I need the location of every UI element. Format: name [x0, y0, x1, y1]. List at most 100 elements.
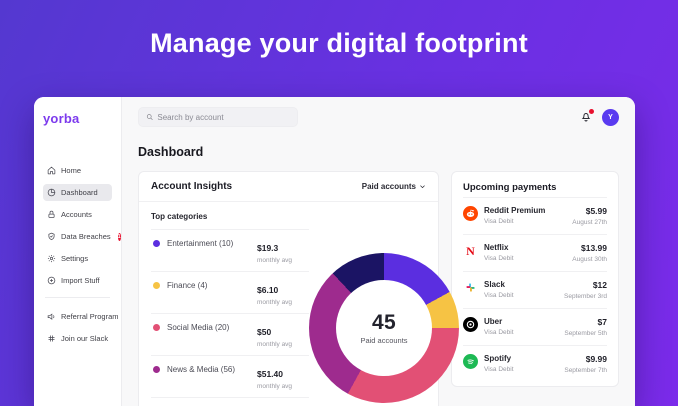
donut-chart[interactable]: 45 Paid accounts	[309, 253, 459, 403]
category-dot	[153, 324, 160, 331]
upcoming-payments-title: Upcoming payments	[463, 182, 607, 193]
payment-amount: $9.99	[564, 354, 607, 364]
payment-method: Visa Debit	[484, 218, 545, 225]
category-dot	[153, 240, 160, 247]
lock-icon	[47, 210, 56, 219]
category-dot	[153, 282, 160, 289]
category-amount: $19.3	[257, 243, 278, 253]
sidebar-item-accounts[interactable]: Accounts	[43, 206, 112, 223]
payment-amount: $12	[564, 280, 607, 290]
sidebar-item-label: Home	[61, 166, 81, 175]
payment-name: Uber	[484, 317, 514, 326]
payment-date: August 27th	[572, 219, 607, 226]
chevron-down-icon	[419, 183, 426, 190]
payment-row-slack[interactable]: Slack Visa Debit $12 September 3rd	[463, 271, 607, 308]
shield-check-icon	[47, 232, 56, 241]
sidebar-item-label: Join our Slack	[61, 334, 108, 343]
category-label: Social Media (20)	[167, 322, 229, 332]
category-row-entertainment[interactable]: Entertainment (10) $19.3monthly avg	[151, 229, 309, 271]
search-input[interactable]	[157, 113, 290, 122]
category-sub: monthly avg	[257, 383, 309, 390]
notifications-button[interactable]	[580, 110, 593, 124]
category-row-social-media[interactable]: Social Media (20) $50 monthly avg	[151, 313, 309, 355]
category-amount: $6.10	[257, 285, 278, 295]
spotify-icon	[463, 354, 478, 369]
uber-icon	[463, 317, 478, 332]
category-row-shopping[interactable]: Shopping (16) $303monthly avg	[151, 397, 309, 406]
category-sub: monthly avg	[257, 257, 309, 264]
payment-method: Visa Debit	[484, 292, 514, 299]
import-icon	[47, 276, 56, 285]
home-icon	[47, 166, 56, 175]
category-row-finance[interactable]: Finance (4) $6.10 monthly avg	[151, 271, 309, 313]
reddit-icon	[463, 206, 478, 221]
main-area: Y Dashboard Account Insights Paid accoun…	[122, 97, 635, 406]
payment-method: Visa Debit	[484, 366, 514, 373]
payment-row-reddit[interactable]: Reddit Premium Visa Debit $5.99 August 27t…	[463, 197, 607, 234]
sidebar-item-home[interactable]: Home	[43, 162, 112, 179]
sidebar-item-label: Settings	[61, 254, 88, 263]
page-title: Dashboard	[138, 145, 619, 159]
category-sub: monthly avg	[257, 299, 309, 306]
category-row-news-media[interactable]: News & Media (56) $51.40 monthly avg	[151, 355, 309, 397]
pie-chart-icon	[47, 188, 56, 197]
payment-name: Reddit Premium	[484, 206, 545, 215]
payment-amount: $5.99	[572, 206, 607, 216]
payment-name: Slack	[484, 280, 514, 289]
payment-amount: $13.99	[572, 243, 607, 253]
payment-method: Visa Debit	[484, 255, 514, 262]
paid-accounts-dropdown[interactable]: Paid accounts	[362, 182, 426, 191]
payment-row-netflix[interactable]: N Netflix Visa Debit $13.99 August 30th	[463, 234, 607, 271]
payment-date: September 7th	[564, 367, 607, 374]
sidebar-item-label: Data Breaches	[61, 232, 111, 241]
payment-method: Visa Debit	[484, 329, 514, 336]
sidebar: yorba Home Dashboard Accounts Data Breac…	[34, 97, 122, 406]
top-categories-title: Top categories	[151, 212, 309, 221]
sidebar-item-label: Accounts	[61, 210, 92, 219]
upcoming-payments-card: Upcoming payments Reddit Premium Visa Deb…	[451, 171, 619, 387]
paid-accounts-dropdown-label: Paid accounts	[362, 182, 416, 191]
category-dot	[153, 366, 160, 373]
payment-date: September 3rd	[564, 293, 607, 300]
slack-icon	[47, 334, 56, 343]
sidebar-item-dashboard[interactable]: Dashboard	[43, 184, 112, 201]
top-categories-list: Top categories Entertainment (10) $19.3m…	[151, 208, 309, 406]
sidebar-item-import-stuff[interactable]: Import Stuff	[43, 272, 112, 289]
sidebar-item-data-breaches[interactable]: Data Breaches 1	[43, 228, 112, 245]
sidebar-divider	[45, 297, 110, 298]
payment-row-uber[interactable]: UberVisa Debit $7September 5th	[463, 308, 607, 345]
payment-row-spotify[interactable]: Spotify Visa Debit $9.99 September 7th	[463, 345, 607, 382]
sidebar-item-label: Referral Program	[61, 312, 119, 321]
sidebar-item-settings[interactable]: Settings	[43, 250, 112, 267]
category-label: Finance (4)	[167, 280, 207, 290]
sidebar-item-referral-program[interactable]: Referral Program	[43, 308, 112, 325]
netflix-icon: N	[463, 243, 478, 258]
payment-date: September 5th	[564, 330, 607, 337]
category-amount: $51.40	[257, 369, 283, 379]
app-window: yorba Home Dashboard Accounts Data Breac…	[34, 97, 635, 406]
megaphone-icon	[47, 312, 56, 321]
account-insights-card: Account Insights Paid accounts Top categ…	[138, 171, 439, 406]
category-amount: $50	[257, 327, 271, 337]
hero-title: Manage your digital footprint	[0, 28, 678, 59]
donut-center: 45 Paid accounts	[336, 280, 432, 376]
paid-accounts-label: Paid accounts	[360, 336, 407, 345]
insights-title: Account Insights	[151, 181, 232, 192]
payment-name: Spotify	[484, 354, 514, 363]
category-sub: monthly avg	[257, 341, 309, 348]
search-box[interactable]	[138, 107, 298, 127]
category-label: News & Media (56)	[167, 364, 235, 374]
notification-dot	[589, 109, 594, 114]
sidebar-item-label: Import Stuff	[61, 276, 100, 285]
breach-count-badge: 1	[118, 233, 121, 241]
sidebar-item-label: Dashboard	[61, 188, 98, 197]
sidebar-item-join-slack[interactable]: Join our Slack	[43, 330, 112, 347]
topbar: Y	[138, 107, 619, 127]
search-icon	[146, 113, 153, 121]
payment-name: Netflix	[484, 243, 514, 252]
paid-accounts-count: 45	[372, 311, 396, 335]
gear-icon	[47, 254, 56, 263]
payment-date: August 30th	[572, 256, 607, 263]
avatar[interactable]: Y	[602, 109, 619, 126]
yorba-logo[interactable]: yorba	[43, 111, 112, 126]
